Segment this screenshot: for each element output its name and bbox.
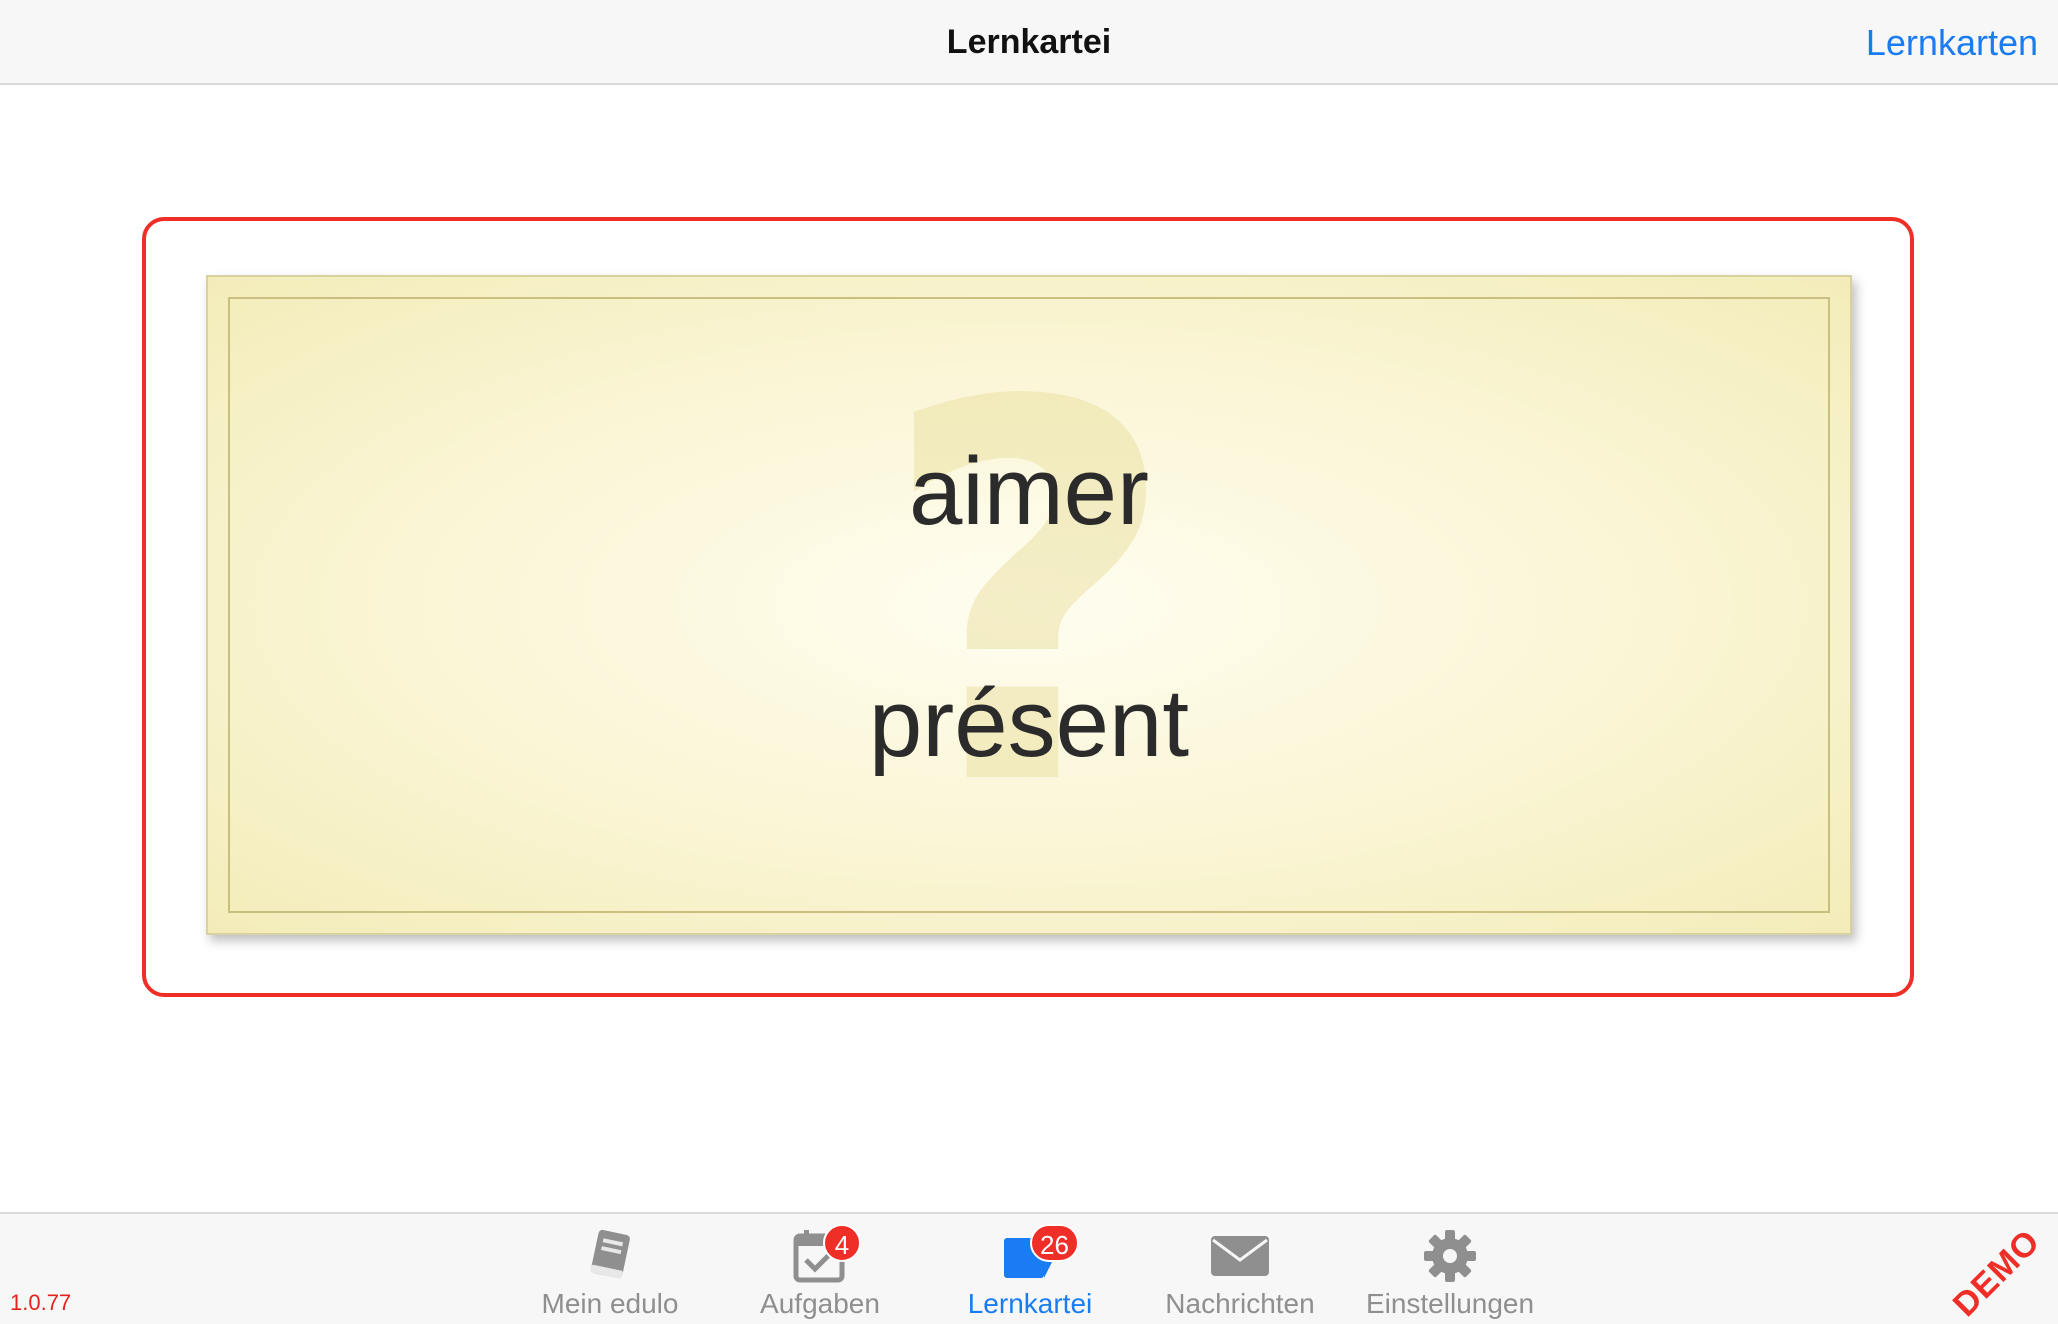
tab-label: Lernkartei [967, 1288, 1093, 1319]
book-icon [580, 1228, 640, 1284]
tab-label: Mein edulo [541, 1288, 679, 1319]
tab-label: Einstellungen [1365, 1288, 1535, 1319]
lernkarten-button[interactable]: Lernkarten [1866, 0, 2038, 85]
tab-bar: 1.0.77 Mein edulo 4 Aufgaben 26 Lernkart… [0, 1212, 2058, 1324]
demo-ribbon: DEMO [1945, 1222, 2048, 1324]
tab-label: Aufgaben [760, 1288, 880, 1319]
tab-mein-edulo[interactable]: Mein edulo [505, 1214, 715, 1324]
version-label: 1.0.77 [10, 1290, 72, 1315]
card-back-text: présent [868, 670, 1190, 777]
tab-lernkartei[interactable]: 26 Lernkartei [925, 1214, 1135, 1324]
flashcard[interactable]: ? aimer présent [206, 275, 1852, 935]
card-front-text: aimer [908, 438, 1150, 545]
envelope-icon [1210, 1228, 1270, 1284]
lernkartei-badge: 26 [1030, 1224, 1079, 1262]
tab-label: Nachrichten [1165, 1288, 1315, 1319]
navigation-bar: Lernkartei Lernkarten [0, 0, 2058, 85]
page-title: Lernkartei [946, 23, 1112, 61]
app-window: Lernkartei Lernkarten ? aimer présent 1.… [0, 0, 2058, 1324]
tab-aufgaben[interactable]: 4 Aufgaben [715, 1214, 925, 1324]
tab-nachrichten[interactable]: Nachrichten [1135, 1214, 1345, 1324]
question-mark-watermark: ? [878, 294, 1180, 900]
gear-icon [1420, 1228, 1480, 1284]
aufgaben-badge: 4 [823, 1224, 861, 1262]
tab-einstellungen[interactable]: Einstellungen [1345, 1214, 1555, 1324]
